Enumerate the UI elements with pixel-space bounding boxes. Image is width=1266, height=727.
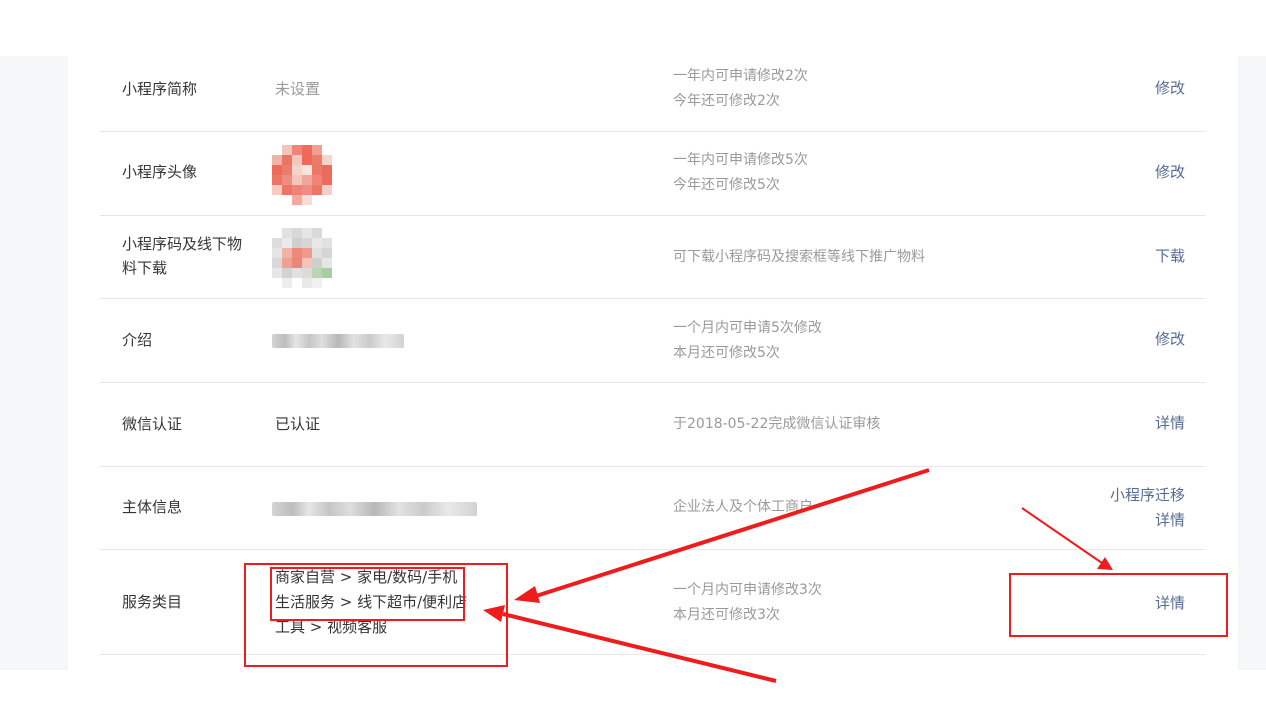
arrow-line-upper xyxy=(535,468,930,598)
arrow-line-right xyxy=(1021,507,1103,564)
arrow-head-lower xyxy=(483,605,505,622)
arrow-head-right xyxy=(1097,557,1113,570)
annotation-arrows xyxy=(483,468,1113,683)
arrow-head-upper xyxy=(514,586,540,603)
arrow-line-lower xyxy=(502,612,777,683)
